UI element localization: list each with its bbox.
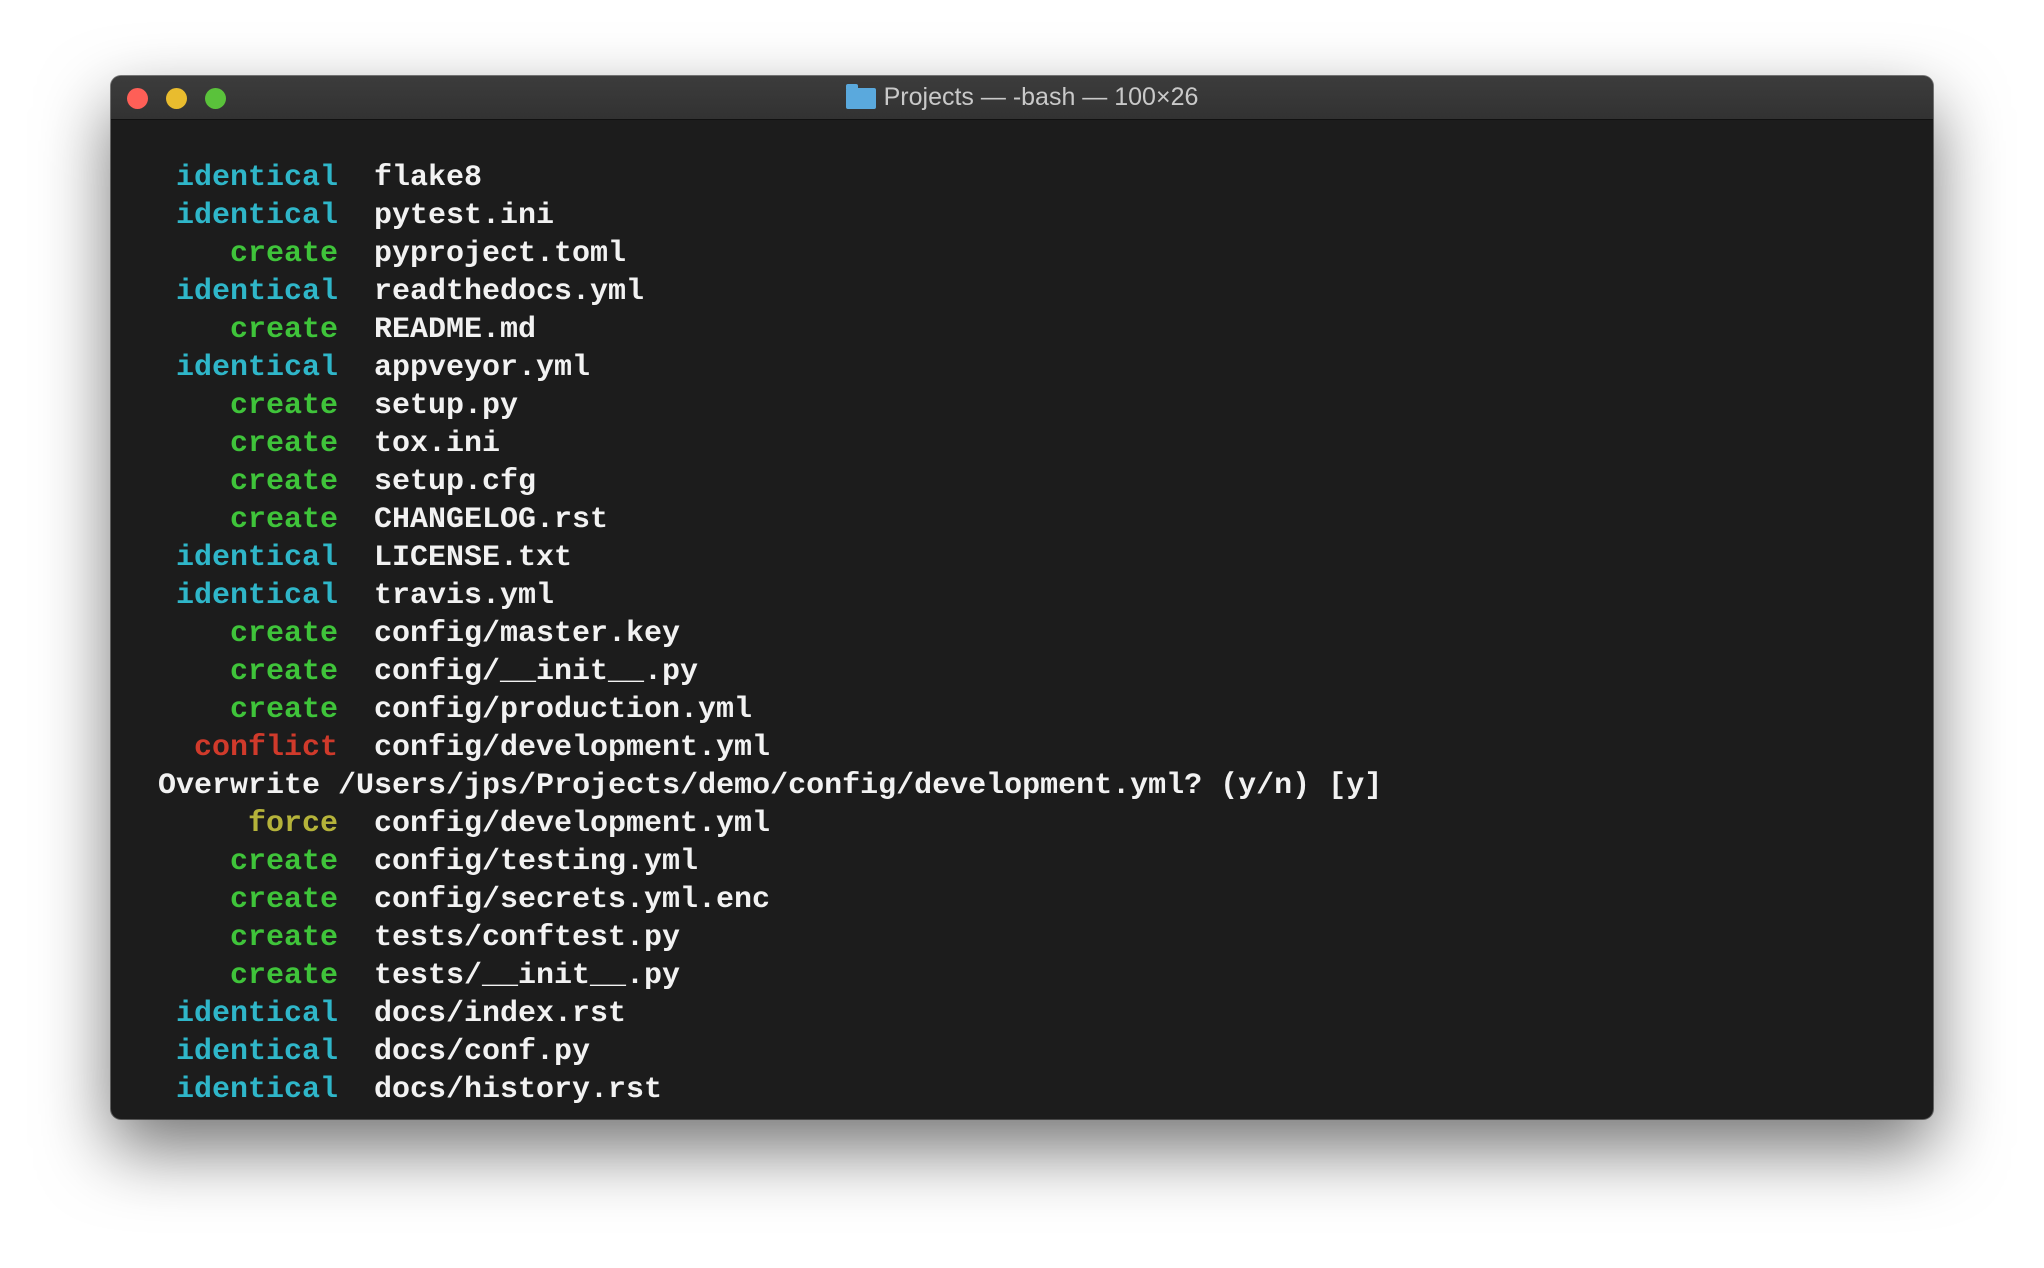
file-path: pyproject.toml — [374, 237, 627, 271]
status-label: identical — [175, 1073, 338, 1107]
file-path: tests/conftest.py — [374, 921, 681, 955]
status-label: create — [229, 503, 338, 537]
output-line: create pyproject.toml — [158, 235, 1382, 273]
output-line: identical docs/index.rst — [158, 995, 1382, 1033]
output-line: identical readthedocs.yml — [158, 273, 1382, 311]
output-line: create config/__init__.py — [158, 653, 1382, 691]
title-bar[interactable]: Projects — -bash — 100×26 — [111, 76, 1933, 120]
output-line: create config/testing.yml — [158, 843, 1382, 881]
output-line: create tests/conftest.py — [158, 919, 1382, 957]
file-path: pytest.ini — [374, 199, 555, 233]
output-line: create README.md — [158, 311, 1382, 349]
window-title-container: Projects — -bash — 100×26 — [111, 76, 1933, 119]
status-label: create — [229, 655, 338, 689]
terminal-window: Projects — -bash — 100×26 identical flake… — [111, 76, 1933, 1119]
status-label: create — [229, 313, 338, 347]
file-path: docs/history.rst — [374, 1073, 663, 1107]
output-line: conflict config/development.yml — [158, 729, 1382, 767]
status-label: identical — [175, 997, 338, 1031]
status-label: create — [229, 883, 338, 917]
status-label: create — [229, 237, 338, 271]
output-line: create config/master.key — [158, 615, 1382, 653]
status-label: create — [229, 921, 338, 955]
file-path: readthedocs.yml — [374, 275, 645, 309]
status-label: create — [229, 959, 338, 993]
status-label: identical — [175, 579, 338, 613]
file-path: LICENSE.txt — [374, 541, 573, 575]
terminal-output[interactable]: identical flake8 identical pytest.ini create… — [158, 159, 1382, 1109]
output-line: create tests/__init__.py — [158, 957, 1382, 995]
status-label: identical — [175, 1035, 338, 1069]
status-label: identical — [175, 161, 338, 195]
output-line: identical docs/history.rst — [158, 1071, 1382, 1109]
file-path: config/testing.yml — [374, 845, 699, 879]
file-path: README.md — [374, 313, 537, 347]
output-line: identical travis.yml — [158, 577, 1382, 615]
output-line: create config/production.yml — [158, 691, 1382, 729]
window-title: Projects — -bash — 100×26 — [883, 83, 1199, 111]
file-path: docs/conf.py — [374, 1035, 591, 1069]
file-path: tox.ini — [374, 427, 501, 461]
prompt-text: Overwrite /Users/jps/Projects/demo/confi… — [158, 769, 1383, 803]
overwrite-prompt-line: Overwrite /Users/jps/Projects/demo/confi… — [158, 767, 1382, 805]
output-line: identical flake8 — [158, 159, 1382, 197]
status-label: create — [229, 845, 338, 879]
output-line: identical docs/conf.py — [158, 1033, 1382, 1071]
file-path: config/__init__.py — [374, 655, 699, 689]
status-label: conflict — [193, 731, 338, 765]
status-label: create — [229, 693, 338, 727]
status-label: create — [229, 427, 338, 461]
output-line: create setup.cfg — [158, 463, 1382, 501]
file-path: setup.cfg — [374, 465, 537, 499]
output-line: create CHANGELOG.rst — [158, 501, 1382, 539]
output-line: create tox.ini — [158, 425, 1382, 463]
file-path: flake8 — [374, 161, 483, 195]
folder-icon — [845, 84, 876, 109]
output-line: create setup.py — [158, 387, 1382, 425]
status-label: force — [247, 807, 338, 841]
status-label: create — [229, 465, 338, 499]
output-line: force config/development.yml — [158, 805, 1382, 843]
file-path: travis.yml — [374, 579, 555, 613]
status-label: identical — [175, 199, 338, 233]
file-path: appveyor.yml — [374, 351, 591, 385]
file-path: tests/__init__.py — [374, 959, 681, 993]
file-path: config/secrets.yml.enc — [374, 883, 771, 917]
output-line: identical LICENSE.txt — [158, 539, 1382, 577]
file-path: config/development.yml — [374, 731, 771, 765]
file-path: config/master.key — [374, 617, 681, 651]
file-path: setup.py — [374, 389, 519, 423]
file-path: CHANGELOG.rst — [374, 503, 609, 537]
status-label: identical — [175, 351, 338, 385]
file-path: config/production.yml — [374, 693, 753, 727]
status-label: identical — [175, 275, 338, 309]
file-path: config/development.yml — [374, 807, 771, 841]
output-line: identical pytest.ini — [158, 197, 1382, 235]
output-line: create config/secrets.yml.enc — [158, 881, 1382, 919]
status-label: identical — [175, 541, 338, 575]
status-label: create — [229, 389, 338, 423]
file-path: docs/index.rst — [374, 997, 627, 1031]
output-line: identical appveyor.yml — [158, 349, 1382, 387]
status-label: create — [229, 617, 338, 651]
